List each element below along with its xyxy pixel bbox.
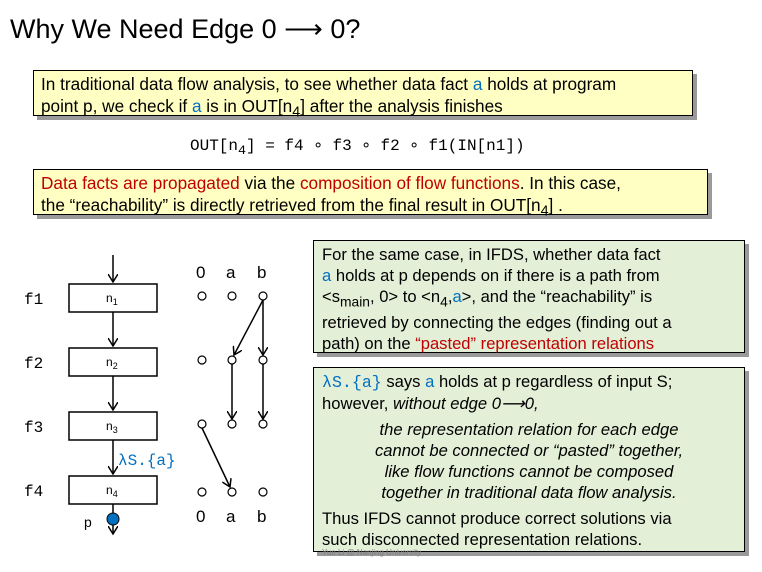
node-sub: 2 bbox=[113, 361, 118, 371]
node-label: n bbox=[106, 483, 113, 497]
f3-label: f3 bbox=[24, 419, 43, 437]
f2-label: f2 bbox=[24, 355, 43, 373]
edge-b-to-a bbox=[234, 299, 264, 355]
f4-label: f4 bbox=[24, 483, 43, 501]
cfg-node-n4: n4 bbox=[68, 475, 158, 505]
node-sub: 3 bbox=[113, 425, 118, 435]
cfg-node-n3: n3 bbox=[68, 411, 158, 441]
header-b: b bbox=[257, 263, 266, 282]
exploded-supergraph: f1 f2 f3 f4 n1 n2 n3 n4 λS.{a} p 0 a b 0… bbox=[24, 255, 762, 572]
lambda-label: λS.{a} bbox=[118, 452, 176, 470]
node-sub: 4 bbox=[113, 489, 118, 499]
footer-header-0: 0 bbox=[196, 507, 205, 526]
point-p-dot bbox=[106, 512, 120, 526]
node-label: n bbox=[106, 291, 113, 305]
footer-header-b: b bbox=[257, 507, 266, 526]
cfg-node-n2: n2 bbox=[68, 347, 158, 377]
edge-0-to-a bbox=[201, 427, 230, 487]
f1-label: f1 bbox=[24, 291, 43, 309]
cfg-node-n1: n1 bbox=[68, 283, 158, 313]
node-label: n bbox=[106, 355, 113, 369]
header-0: 0 bbox=[196, 263, 205, 282]
header-a: a bbox=[226, 263, 236, 282]
node-sub: 1 bbox=[113, 297, 118, 307]
point-p-label: p bbox=[84, 514, 92, 530]
footer-header-a: a bbox=[226, 507, 236, 526]
node-label: n bbox=[106, 419, 113, 433]
